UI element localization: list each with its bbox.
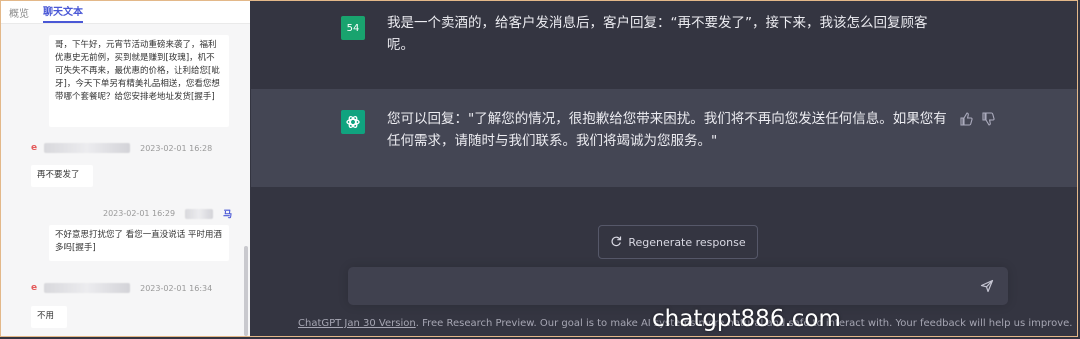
sender-marker: 马 — [223, 210, 233, 220]
scrollbar[interactable] — [244, 246, 248, 336]
message-text: 不好意思打扰您了 看您一直没说话 平时用酒多吗[握手] — [55, 230, 222, 253]
list-item: 再不要发了 — [31, 165, 93, 187]
list-item: 不好意思打扰您了 看您一直没说话 平时用酒多吗[握手] — [49, 225, 229, 261]
list-item: 哥，下午好，元宵节活动重磅来袭了，福利优惠史无前例，买到就是赚到[玫瑰]，机不可… — [49, 35, 229, 127]
message-time: 2023-02-01 16:34 — [140, 283, 213, 293]
message-meta: 2023-02-01 16:29 马 — [103, 207, 232, 220]
prompt-box — [348, 267, 1008, 305]
tab-chat-text[interactable]: 聊天文本 — [43, 3, 83, 23]
message-text: 不用 — [37, 311, 55, 321]
tab-bar: 概览 聊天文本 — [1, 1, 250, 24]
sender-marker: e — [31, 283, 38, 293]
user-message-row: 54 我是一个卖酒的，给客户发消息后，客户回复：“再不要发了”，接下来，我该怎么… — [251, 1, 1078, 89]
sender-marker: e — [31, 143, 38, 153]
message-meta: e 2023-02-01 16:28 — [31, 143, 212, 153]
message-meta: e 2023-02-01 16:34 — [31, 283, 212, 293]
send-icon[interactable] — [980, 278, 994, 297]
avatar: 54 — [341, 16, 365, 40]
message-text: 哥，下午好，元宵节活动重磅来袭了，福利优惠史无前例，买到就是赚到[玫瑰]，机不可… — [55, 40, 220, 102]
list-item: 不用 — [31, 306, 67, 328]
blurred-name — [185, 208, 214, 219]
refresh-icon — [610, 235, 622, 250]
assistant-message-row: 您可以回复："了解您的情况，很抱歉给您带来困扰。我们将不再向您发送任何信息。如果… — [251, 89, 1078, 187]
tab-overview[interactable]: 概览 — [9, 5, 29, 23]
watermark: chatgpt886.com — [652, 306, 841, 332]
user-message-text: 我是一个卖酒的，给客户发消息后，客户回复：“再不要发了”，接下来，我该怎么回复顾… — [387, 15, 928, 53]
message-text: 再不要发了 — [37, 170, 80, 180]
blurred-name — [44, 283, 131, 293]
thumbs-up-icon[interactable] — [959, 111, 973, 130]
feedback-buttons — [959, 111, 995, 130]
openai-logo-icon — [341, 110, 365, 134]
message-time: 2023-02-01 16:28 — [140, 143, 213, 153]
blurred-name — [44, 143, 131, 153]
chat-log-panel: 概览 聊天文本 哥，下午好，元宵节活动重磅来袭了，福利优惠史无前例，买到就是赚到… — [1, 1, 250, 337]
assistant-message-text: 您可以回复："了解您的情况，很抱歉给您带来困扰。我们将不再向您发送任何信息。如果… — [387, 111, 947, 149]
chatgpt-pane: 54 我是一个卖酒的，给客户发消息后，客户回复：“再不要发了”，接下来，我该怎么… — [251, 1, 1078, 337]
regenerate-button[interactable]: Regenerate response — [598, 225, 758, 259]
version-link[interactable]: ChatGPT Jan 30 Version — [298, 318, 416, 329]
prompt-input[interactable] — [358, 275, 962, 299]
message-time: 2023-02-01 16:29 — [103, 209, 176, 218]
regenerate-label: Regenerate response — [628, 235, 746, 249]
thumbs-down-icon[interactable] — [981, 111, 995, 130]
